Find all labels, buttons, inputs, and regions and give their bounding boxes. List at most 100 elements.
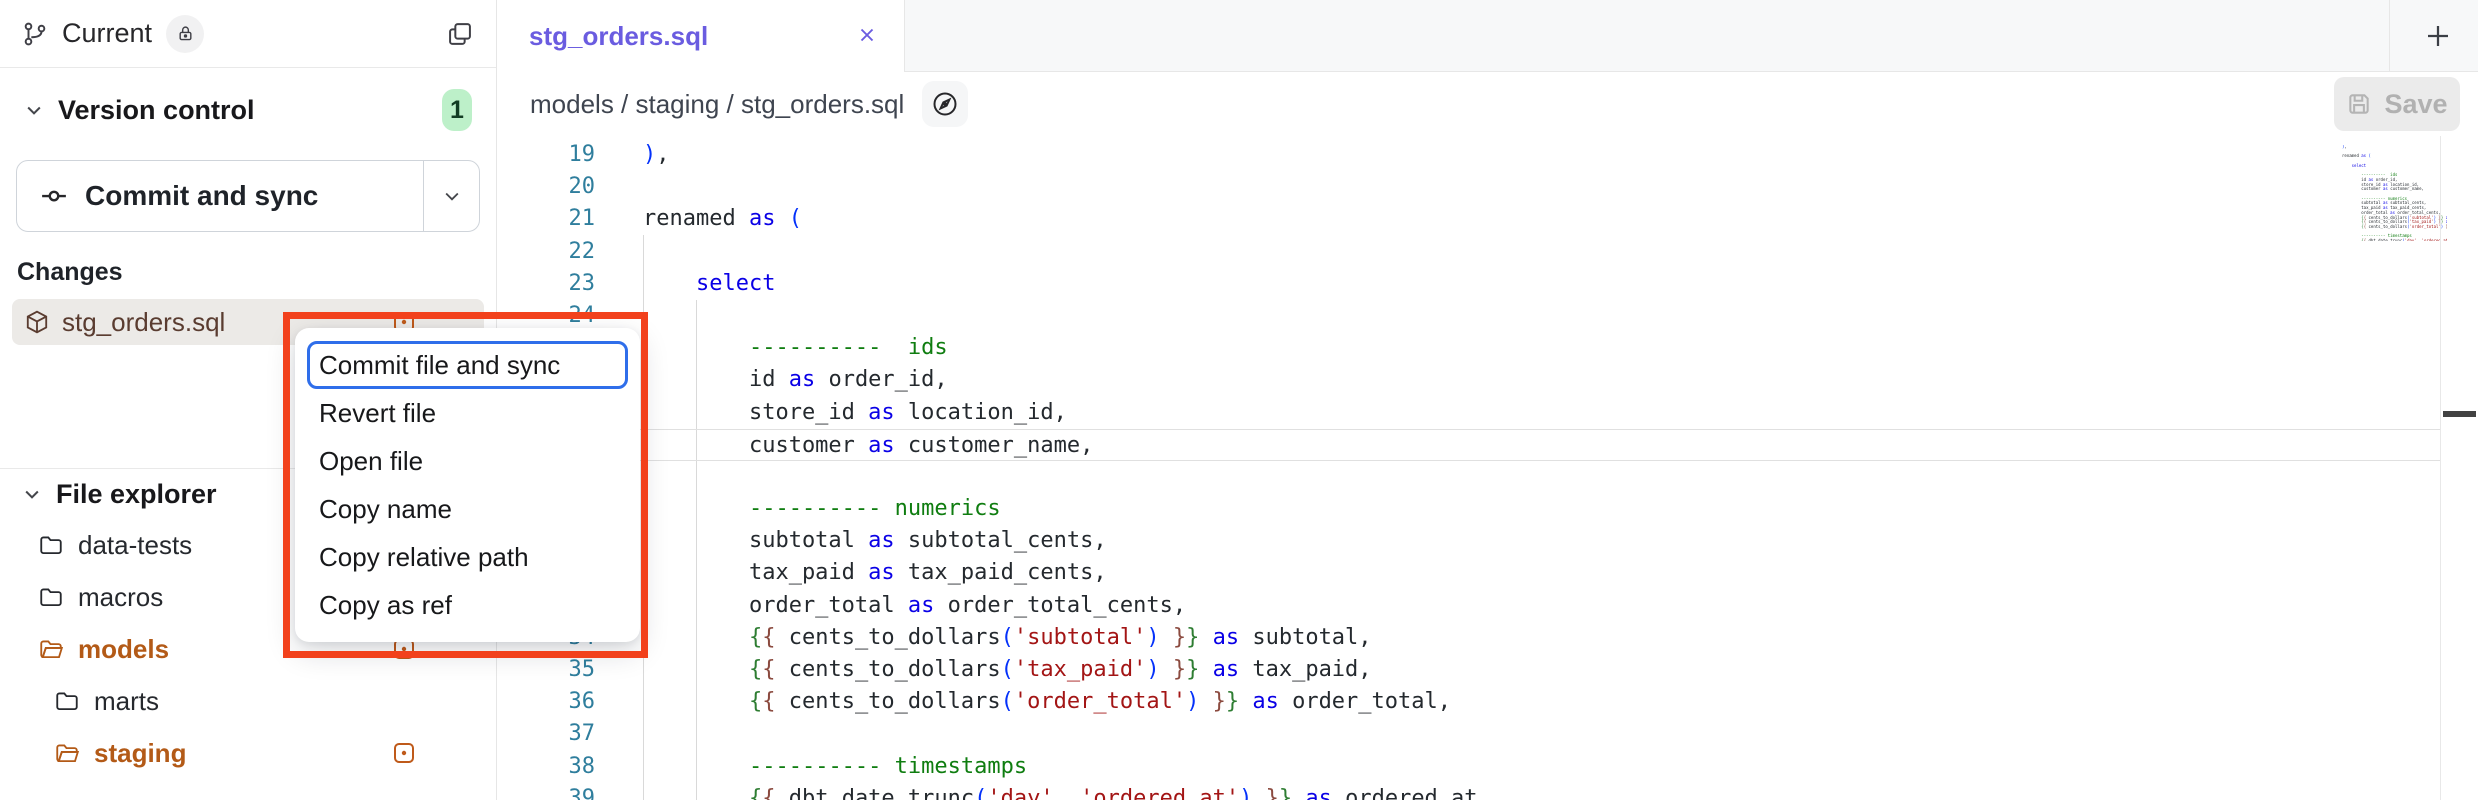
menu-item-open-file[interactable]: Open file bbox=[307, 437, 628, 485]
line-number[interactable]: 20 bbox=[497, 171, 643, 203]
code-lines: 19),2021renamed as (2223 select2425 ----… bbox=[497, 139, 2441, 800]
changes-count-badge: 1 bbox=[442, 89, 472, 131]
code-line-39[interactable]: 39 {{ dbt.date_trunc('day', 'ordered_at'… bbox=[497, 783, 2441, 800]
code-editor[interactable]: 19),2021renamed as (2223 select2425 ----… bbox=[497, 136, 2478, 800]
line-number[interactable]: 38 bbox=[497, 751, 643, 783]
code-text: order_total as order_total_cents, bbox=[643, 590, 1186, 622]
code-line-30[interactable]: 30 ---------- numerics bbox=[497, 493, 2441, 525]
code-text: {{ dbt.date_trunc('day', 'ordered_at') }… bbox=[643, 783, 1478, 800]
tab-stg-orders[interactable]: stg_orders.sql bbox=[497, 0, 905, 72]
minimap[interactable]: ), renamed as ( select ---------- ids id… bbox=[2342, 145, 2447, 241]
code-line-36[interactable]: 36 {{ cents_to_dollars('order_total') }}… bbox=[497, 686, 2441, 718]
version-control-header[interactable]: Version control 1 bbox=[0, 68, 496, 152]
code-line-37[interactable]: 37 bbox=[497, 718, 2441, 750]
line-number[interactable]: 22 bbox=[497, 236, 643, 268]
folder-name: models bbox=[78, 634, 169, 665]
code-line-29[interactable]: 29 bbox=[497, 461, 2441, 493]
code-line-21[interactable]: 21renamed as ( bbox=[497, 203, 2441, 235]
model-cube-icon bbox=[24, 309, 50, 335]
code-text: ---------- ids bbox=[643, 332, 948, 364]
commit-and-sync-button[interactable]: Commit and sync bbox=[17, 161, 423, 231]
context-menu: Commit file and syncRevert fileOpen file… bbox=[295, 328, 640, 642]
chevron-down-icon bbox=[442, 186, 462, 206]
menu-item-copy-relative-path[interactable]: Copy relative path bbox=[307, 533, 628, 581]
breadcrumb-bar: models / staging / stg_orders.sql Save bbox=[497, 72, 2478, 136]
code-line-22[interactable]: 22 bbox=[497, 236, 2441, 268]
code-text: {{ cents_to_dollars('order_total') }} as… bbox=[643, 686, 1451, 718]
code-line-25[interactable]: 25 ---------- ids bbox=[497, 332, 2441, 364]
code-line-31[interactable]: 31 subtotal as subtotal_cents, bbox=[497, 525, 2441, 557]
line-number[interactable]: 39 bbox=[497, 783, 643, 800]
folder-name: data-tests bbox=[78, 530, 192, 561]
lineage-button[interactable] bbox=[922, 81, 968, 127]
tab-label: stg_orders.sql bbox=[529, 21, 708, 52]
file-explorer-title: File explorer bbox=[56, 479, 217, 510]
code-text: select bbox=[643, 268, 775, 300]
menu-item-revert-file[interactable]: Revert file bbox=[307, 389, 628, 437]
code-text: customer as customer_name, bbox=[643, 430, 1093, 460]
chevron-down-icon bbox=[22, 484, 42, 504]
code-text: ---------- timestamps bbox=[643, 751, 1027, 783]
folder-modified-badge bbox=[393, 638, 415, 665]
code-line-23[interactable]: 23 select bbox=[497, 268, 2441, 300]
menu-item-copy-name[interactable]: Copy name bbox=[307, 485, 628, 533]
code-text: id as order_id, bbox=[643, 364, 948, 396]
breadcrumb: models / staging / stg_orders.sql bbox=[530, 89, 904, 120]
code-line-26[interactable]: 26 id as order_id, bbox=[497, 364, 2441, 396]
code-text: renamed as ( bbox=[643, 203, 802, 235]
duplicate-branch-button[interactable] bbox=[446, 20, 474, 48]
changed-file-name: stg_orders.sql bbox=[62, 307, 225, 338]
commit-options-dropdown[interactable] bbox=[423, 161, 479, 231]
code-line-27[interactable]: 27 store_id as location_id, bbox=[497, 397, 2441, 429]
tab-close-button[interactable] bbox=[856, 24, 878, 46]
code-line-20[interactable]: 20 bbox=[497, 171, 2441, 203]
code-line-38[interactable]: 38 ---------- timestamps bbox=[497, 751, 2441, 783]
line-number[interactable]: 21 bbox=[497, 203, 643, 235]
line-number[interactable]: 36 bbox=[497, 686, 643, 718]
folder-icon bbox=[54, 688, 80, 714]
close-icon bbox=[856, 24, 878, 46]
code-line-34[interactable]: 34 {{ cents_to_dollars('subtotal') }} as… bbox=[497, 622, 2441, 654]
line-number[interactable]: 37 bbox=[497, 718, 643, 750]
code-line-19[interactable]: 19), bbox=[497, 139, 2441, 171]
git-commit-icon bbox=[39, 181, 69, 211]
branch-lock-badge bbox=[166, 15, 204, 53]
code-line-33[interactable]: 33 order_total as order_total_cents, bbox=[497, 590, 2441, 622]
code-text: ), bbox=[643, 139, 670, 171]
menu-item-copy-as-ref[interactable]: Copy as ref bbox=[307, 581, 628, 629]
line-number[interactable]: 35 bbox=[497, 654, 643, 686]
copy-icon bbox=[446, 20, 474, 48]
compass-icon bbox=[931, 90, 959, 118]
tabstrip-divider bbox=[2389, 0, 2390, 71]
code-line-28[interactable]: 28 customer as customer_name, bbox=[497, 429, 2441, 461]
menu-item-commit-file-and-sync[interactable]: Commit file and sync bbox=[307, 341, 628, 389]
new-tab-button[interactable] bbox=[2419, 17, 2457, 55]
changes-section-title: Changes bbox=[17, 258, 496, 287]
code-text: subtotal as subtotal_cents, bbox=[643, 525, 1107, 557]
git-branch-icon bbox=[22, 21, 48, 47]
code-line-35[interactable]: 35 {{ cents_to_dollars('tax_paid') }} as… bbox=[497, 654, 2441, 686]
code-line-24[interactable]: 24 bbox=[497, 300, 2441, 332]
folder-open-icon bbox=[54, 740, 80, 766]
folder-modified-badge bbox=[393, 742, 415, 769]
save-icon bbox=[2346, 91, 2372, 117]
modified-icon bbox=[393, 742, 415, 764]
version-control-title: Version control bbox=[58, 95, 255, 126]
overview-cursor-marker bbox=[2443, 411, 2476, 417]
save-button[interactable]: Save bbox=[2334, 77, 2460, 131]
dbt-ide-window: Current Version control 1 bbox=[0, 0, 2478, 800]
line-number[interactable]: 19 bbox=[497, 139, 643, 171]
save-label: Save bbox=[2384, 89, 2447, 120]
line-number[interactable]: 23 bbox=[497, 268, 643, 300]
folder-open-icon bbox=[38, 636, 64, 662]
sidebar-item-marts[interactable]: marts bbox=[0, 675, 496, 727]
folder-name: staging bbox=[94, 738, 186, 769]
code-line-32[interactable]: 32 tax_paid as tax_paid_cents, bbox=[497, 557, 2441, 589]
plus-icon bbox=[2423, 21, 2453, 51]
lock-icon bbox=[177, 25, 194, 42]
minimap-line: {{ dbt.date_trunc('day', 'ordered_at') }… bbox=[2342, 239, 2447, 241]
branch-header: Current bbox=[0, 0, 496, 68]
commit-and-sync-label: Commit and sync bbox=[85, 180, 318, 212]
code-text: {{ cents_to_dollars('tax_paid') }} as ta… bbox=[643, 654, 1372, 686]
sidebar-item-staging[interactable]: staging bbox=[0, 727, 496, 779]
